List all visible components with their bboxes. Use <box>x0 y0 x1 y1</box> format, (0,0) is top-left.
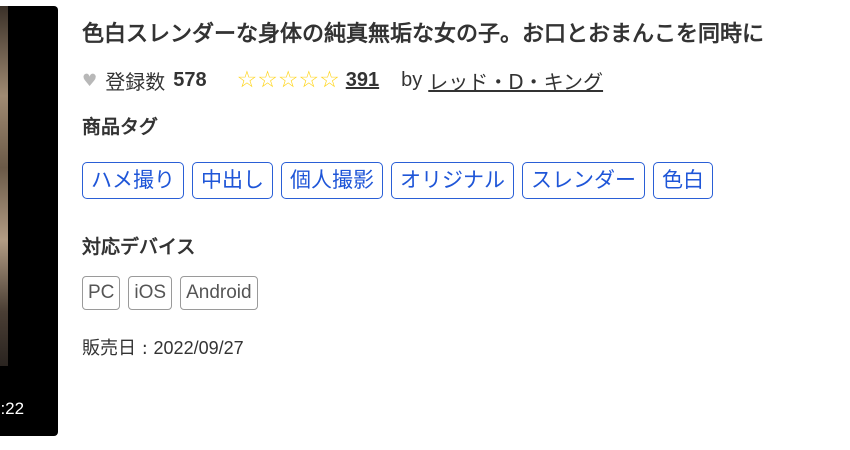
device-badge: iOS <box>128 276 173 310</box>
devices-heading: 対応デバイス <box>82 236 196 258</box>
product-meta: ♥ 登録数 578 ☆ ☆ ☆ ☆ ☆ 391 by レッド・D・キング <box>82 66 603 95</box>
review-count-link[interactable]: 391 <box>346 69 379 92</box>
rating-stars: ☆ ☆ ☆ ☆ ☆ <box>237 69 340 92</box>
thumbnail-image <box>0 6 8 366</box>
device-badge: PC <box>82 276 121 310</box>
device-badge: Android <box>180 276 258 310</box>
tag-item[interactable]: ハメ撮り <box>82 162 184 199</box>
tag-item[interactable]: 個人撮影 <box>281 162 383 199</box>
star-icon: ☆ <box>277 67 299 93</box>
by-label: by <box>401 69 423 91</box>
heart-icon[interactable]: ♥ <box>82 71 97 91</box>
registered-label: 登録数 <box>105 70 166 94</box>
tag-list: ハメ撮り 中出し 個人撮影 オリジナル スレンダー 色白 <box>82 162 721 199</box>
release-info: 販売日 : 2022/09/27 <box>82 334 244 360</box>
tag-item[interactable]: オリジナル <box>391 162 514 199</box>
tags-heading: 商品タグ <box>82 116 159 138</box>
star-icon: ☆ <box>319 67 340 93</box>
star-icon: ☆ <box>298 67 320 93</box>
star-icon: ☆ <box>236 67 258 93</box>
device-list: PC iOS Android <box>82 276 266 310</box>
tag-item[interactable]: 色白 <box>653 162 713 199</box>
star-icon: ☆ <box>257 67 278 93</box>
release-label: 販売日 : <box>82 338 148 359</box>
tag-item[interactable]: スレンダー <box>522 162 645 199</box>
author-link[interactable]: レッド・D・キング <box>428 66 603 95</box>
tag-item[interactable]: 中出し <box>192 162 273 199</box>
video-duration: 9:22 <box>0 399 25 418</box>
video-thumbnail[interactable]: 9:22 <box>0 6 58 436</box>
release-date: 2022/09/27 <box>153 338 244 358</box>
product-title[interactable]: 色白スレンダーな身体の純真無垢な女の子。お口とおまんこを同時に <box>82 16 850 48</box>
registered-count: 578 <box>173 69 207 91</box>
